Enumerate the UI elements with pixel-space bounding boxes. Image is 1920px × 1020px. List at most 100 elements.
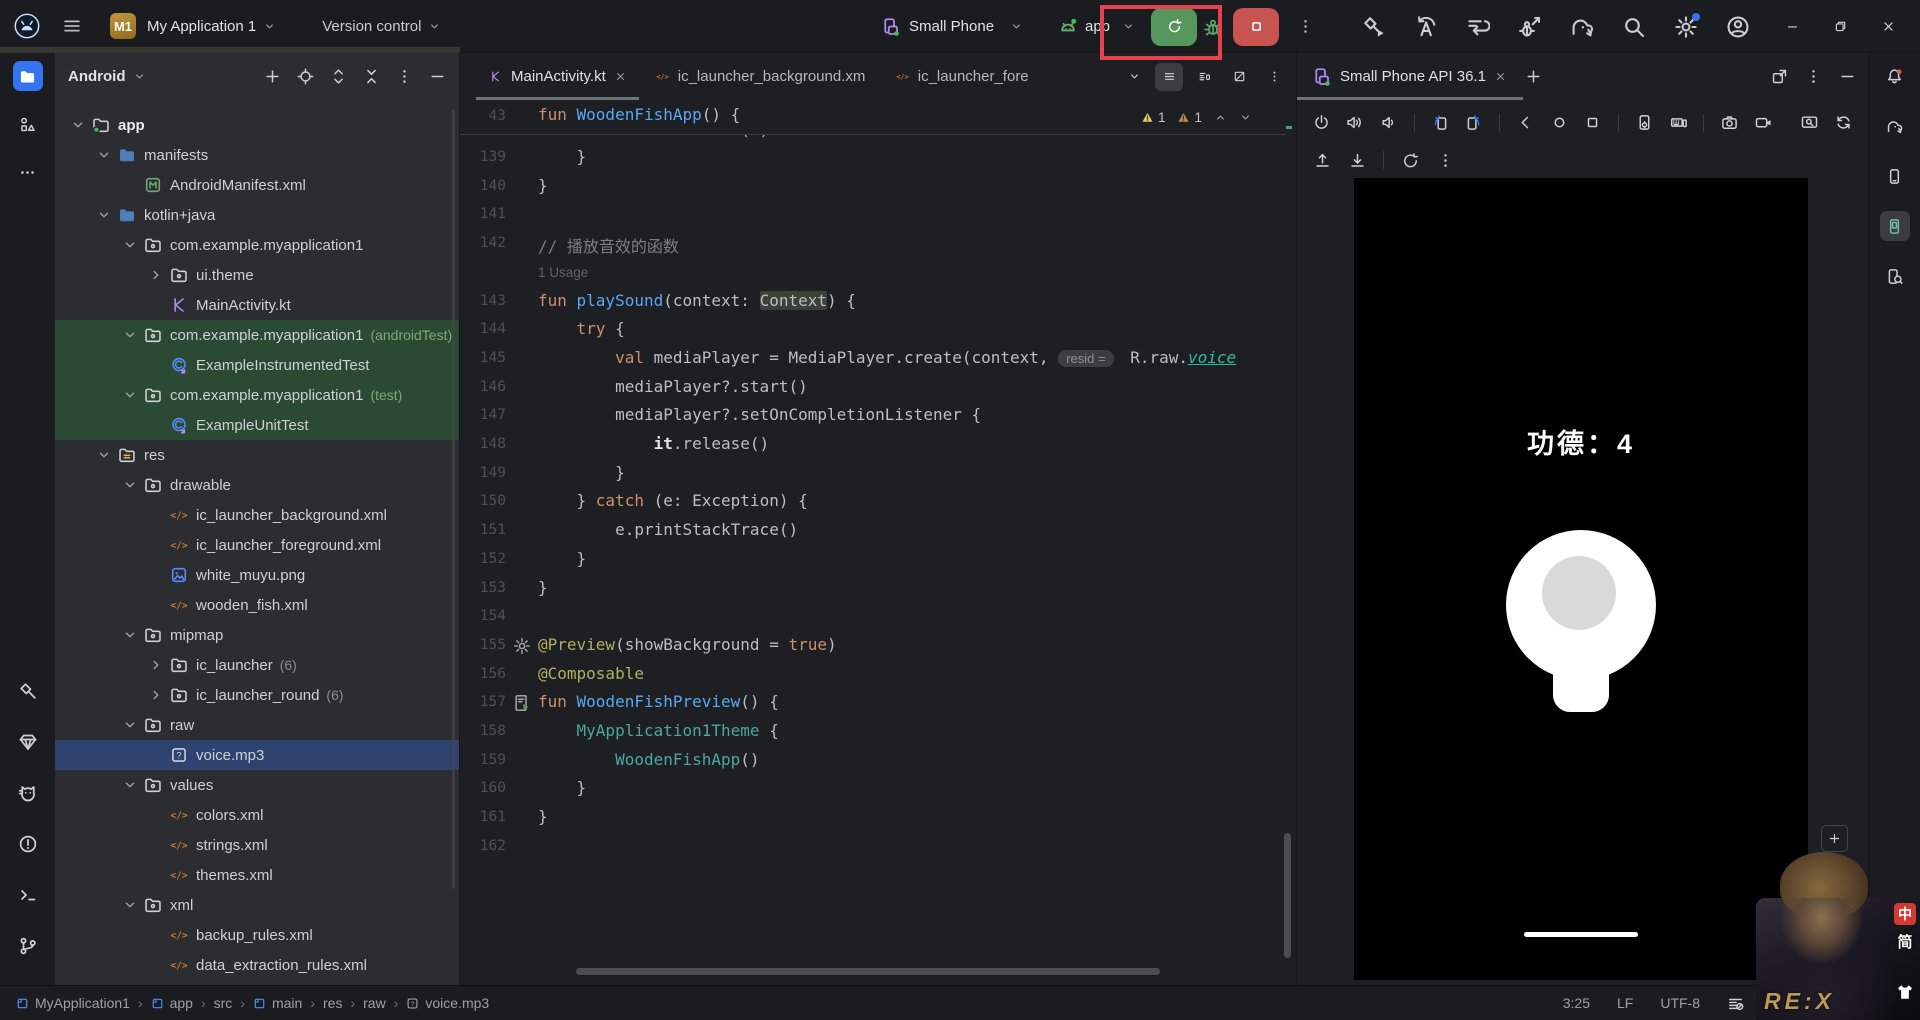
split-view-button[interactable]	[1190, 63, 1218, 91]
emulator-zoom-in-button[interactable]	[1821, 825, 1848, 852]
tree-item-com-example-myapplication1[interactable]: com.example.myapplication1	[55, 230, 459, 260]
ime-skin-icon[interactable]	[1895, 982, 1915, 1002]
kebab-button[interactable]	[1434, 149, 1456, 171]
add-device-tab-icon[interactable]	[1525, 68, 1542, 85]
chevron-down-inspection-button[interactable]	[1239, 111, 1252, 124]
tree-item-backup-rules-xml[interactable]: </>backup_rules.xml	[55, 920, 459, 950]
editor-vertical-scrollbar[interactable]	[1284, 833, 1291, 958]
compose-preview-gutter-icon[interactable]	[513, 694, 531, 712]
reset-history-button[interactable]	[1399, 149, 1421, 171]
tree-item-voice-mp3[interactable]: ?voice.mp3	[55, 740, 459, 770]
tree-item-ic-launcher-foreground-xml[interactable]: </>ic_launcher_foreground.xml	[55, 530, 459, 560]
code-line-156[interactable]: 156@Composable	[460, 661, 1286, 690]
plus-button[interactable]	[264, 68, 281, 85]
editor-tab-mainactivity-kt[interactable]: MainActivity.kt	[474, 53, 641, 100]
code-view-button[interactable]	[1155, 63, 1183, 91]
tree-item-colors-xml[interactable]: </>colors.xml	[55, 800, 459, 830]
breadcrumb-res[interactable]: res	[323, 995, 342, 1011]
breadcrumb-src[interactable]: src	[214, 995, 233, 1011]
stop-button[interactable]	[1233, 8, 1279, 46]
code-line-160[interactable]: 160 }	[460, 775, 1286, 804]
chevron-down-icon[interactable]	[122, 327, 138, 343]
tree-item-data-extraction-rules-xml[interactable]: </>data_extraction_rules.xml	[55, 950, 459, 980]
tree-item-res[interactable]: res	[55, 440, 459, 470]
run-configuration[interactable]: app	[1085, 18, 1110, 35]
code-line-159[interactable]: 159 WoodenFishApp()	[460, 747, 1286, 776]
terminal-tool-button[interactable]	[13, 880, 43, 910]
build-run-button[interactable]	[1362, 15, 1386, 39]
settings-gear-button[interactable]	[1674, 15, 1698, 39]
more-ellipsis-tool-button[interactable]	[13, 157, 43, 187]
indent-settings-icon[interactable]	[1727, 995, 1744, 1012]
tree-scrollbar[interactable]	[452, 109, 455, 889]
gesture-navigation-bar[interactable]	[1524, 932, 1638, 937]
chevron-down-icon[interactable]	[122, 777, 138, 793]
code-line-150[interactable]: 150 } catch (e: Exception) {	[460, 488, 1286, 517]
caret-position[interactable]: 3:25	[1563, 995, 1590, 1011]
code-line-148[interactable]: 148 it.release()	[460, 431, 1286, 460]
attach-debugger-button[interactable]	[1518, 15, 1542, 39]
chevron-down-icon[interactable]	[122, 627, 138, 643]
usages-hint[interactable]: 1 Usage	[538, 265, 588, 280]
apply-changes-button[interactable]	[1414, 15, 1438, 39]
power-button[interactable]	[1311, 112, 1332, 134]
tree-item-ui-theme[interactable]: ui.theme	[55, 260, 459, 290]
code-line-162[interactable]: 162	[460, 833, 1286, 862]
device-settings-button[interactable]	[1634, 112, 1655, 134]
notifications-bell-tool-button[interactable]	[1880, 61, 1910, 91]
editor-tab-ic-launcher-background-xml[interactable]: </>ic_launcher_background.xml	[641, 53, 881, 100]
tree-item-drawable[interactable]: drawable	[55, 470, 459, 500]
gem-tool-button[interactable]	[13, 727, 43, 757]
code-line-146[interactable]: 146 mediaPlayer?.start()	[460, 374, 1286, 403]
code-line-144[interactable]: 144 try {	[460, 316, 1286, 345]
tree-item-exampleunittest[interactable]: ExampleUnitTest	[55, 410, 459, 440]
tree-item-white-muyu-png[interactable]: white_muyu.png	[55, 560, 459, 590]
chevron-down-icon[interactable]	[122, 717, 138, 733]
code-line-141[interactable]: 141	[460, 201, 1286, 230]
chevron-down-icon[interactable]	[70, 117, 86, 133]
code-line-139[interactable]: 139 }	[460, 144, 1286, 173]
apply-code-changes-button[interactable]	[1466, 15, 1490, 39]
tree-item-raw[interactable]: raw	[55, 710, 459, 740]
tree-item-com-example-myapplication1[interactable]: com.example.myapplication1(androidTest)	[55, 320, 459, 350]
editor-tab-ic-launcher-fore[interactable]: </>ic_launcher_fore	[881, 53, 1044, 100]
breadcrumb-main[interactable]: main	[253, 995, 302, 1011]
running-devices-tool-button[interactable]	[1880, 211, 1910, 241]
nav-home-button[interactable]	[1549, 112, 1570, 134]
ime-language-badge[interactable]: 中	[1894, 903, 1916, 925]
code-line-161[interactable]: 161}	[460, 804, 1286, 833]
push-file-button[interactable]	[1311, 149, 1333, 171]
gradle-elephant-tool-button[interactable]	[1880, 111, 1910, 141]
chevron-down-icon[interactable]	[122, 387, 138, 403]
chevron-down-icon[interactable]	[122, 477, 138, 493]
tree-item-xml[interactable]: xml	[55, 890, 459, 920]
close-tab-icon[interactable]	[615, 71, 626, 82]
code-editor[interactable]: ( )139 }140}141142// 播放音效的函数1 Usage143fu…	[460, 135, 1286, 985]
chevron-down-icon[interactable]	[122, 237, 138, 253]
breadcrumb-app[interactable]: app	[151, 995, 193, 1011]
window-restore-button[interactable]	[1820, 0, 1860, 53]
settings-gear-gutter-icon[interactable]	[513, 637, 531, 655]
tree-item-kotlin-java[interactable]: kotlin+java	[55, 200, 459, 230]
tree-item-exampleinstrumentedtest[interactable]: ExampleInstrumentedTest	[55, 350, 459, 380]
breadcrumb-raw[interactable]: raw	[363, 995, 386, 1011]
tree-item-values[interactable]: values	[55, 770, 459, 800]
design-view-button[interactable]	[1225, 63, 1253, 91]
tree-item-strings-xml[interactable]: </>strings.xml	[55, 830, 459, 860]
nav-back-button[interactable]	[1515, 112, 1536, 134]
expand-all-button[interactable]	[330, 68, 347, 85]
project-name[interactable]: My Application 1	[147, 18, 256, 35]
vcs-widget[interactable]: Version control	[322, 18, 421, 35]
ime-keyboard-button[interactable]	[1668, 112, 1689, 134]
chevron-down-button[interactable]	[1120, 63, 1148, 91]
code-line-153[interactable]: 153}	[460, 575, 1286, 604]
chevron-down-icon[interactable]	[122, 897, 138, 913]
layout-inspector-tool-button[interactable]	[1880, 261, 1910, 291]
screenshot-camera-button[interactable]	[1719, 112, 1740, 134]
debug-button[interactable]	[1203, 17, 1223, 37]
inspection-warning-badge[interactable]: 1	[1141, 110, 1166, 125]
file-encoding[interactable]: UTF-8	[1660, 995, 1700, 1011]
run-more-button[interactable]	[1297, 18, 1314, 35]
chevron-right-icon[interactable]	[148, 687, 164, 703]
device-tab-label[interactable]: Small Phone API 36.1	[1340, 68, 1486, 85]
